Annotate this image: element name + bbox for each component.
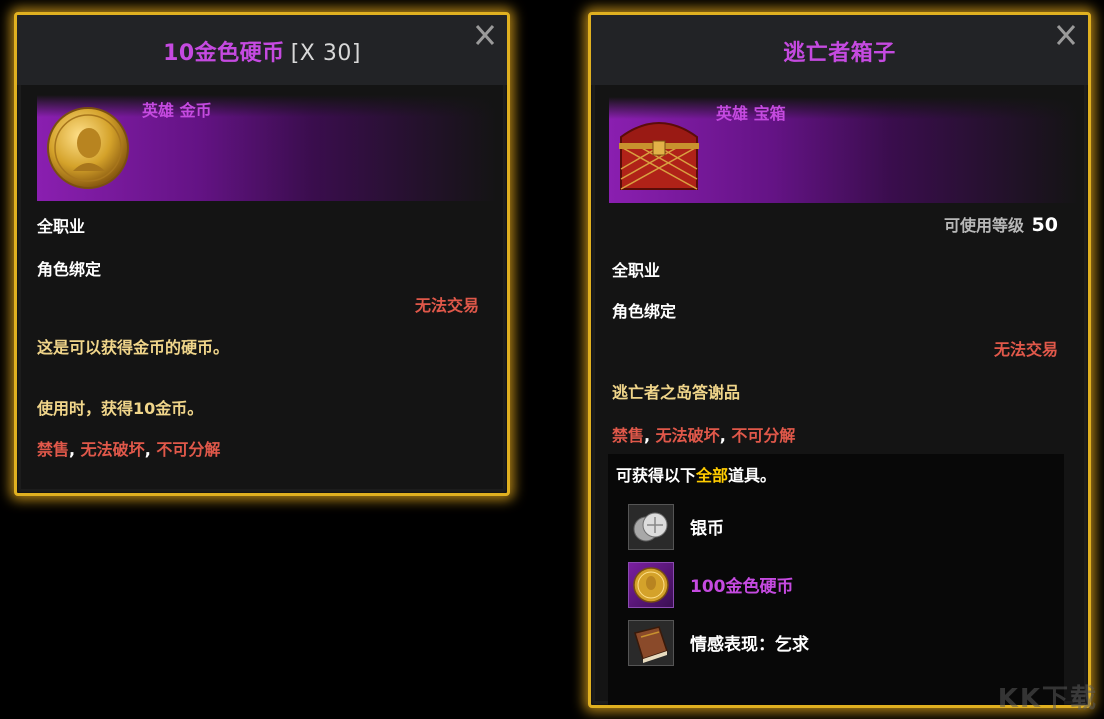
level-label: 可使用等级: [943, 216, 1024, 235]
tooltip-body: 英雄 金币 全职业 角色绑定 无法交易 这是可以获得金币的硬币。 使用时，获得1…: [21, 85, 503, 489]
restriction-no-sale: 禁售: [612, 426, 645, 445]
reward-label: 100金色硬币: [690, 577, 794, 597]
item-source: 逃亡者之岛答谢品: [612, 383, 741, 402]
item-effect: 使用时，获得10金币。: [37, 399, 204, 418]
tooltip-header: 10金色硬币 [X 30]: [17, 15, 507, 85]
silver-coin-icon: [628, 504, 674, 550]
treasure-chest-icon: [619, 122, 699, 190]
usable-level: 可使用等级 50: [944, 212, 1058, 236]
item-grade: 英雄 金币: [142, 101, 212, 120]
reward-label: 银币: [690, 519, 724, 539]
item-name: 10金色硬币: [163, 41, 285, 66]
watermark-logo: KK下载: [997, 684, 1098, 714]
tooltip-header: 逃亡者箱子: [591, 15, 1088, 85]
item-quantity: [X 30]: [290, 41, 361, 66]
binding-status: 角色绑定: [612, 302, 677, 321]
rewards-box: 可获得以下全部道具。 银币 100金色硬币 情感表现：乞求: [608, 454, 1064, 705]
reward-item[interactable]: 100金色硬币: [628, 562, 1068, 612]
rewards-intro: 可获得以下全部道具。: [616, 466, 777, 485]
rewards-highlight: 全部: [696, 466, 729, 485]
close-icon: [1056, 25, 1076, 45]
separator: ,: [719, 426, 726, 445]
item-banner: 英雄 宝箱: [609, 97, 1079, 203]
restriction-no-dismantle: 不可分解: [731, 426, 796, 445]
separator: ,: [144, 440, 151, 459]
close-button[interactable]: [1054, 23, 1078, 47]
separator: ,: [69, 440, 76, 459]
book-icon: [628, 620, 674, 666]
coin-item-tooltip: 10金色硬币 [X 30] 英雄 金币 全职业 角色绑定 无法交易 这是可以获得…: [14, 12, 510, 496]
item-restrictions: 禁售, 无法破坏, 不可分解: [37, 436, 220, 460]
reward-item[interactable]: 银币: [628, 504, 1068, 554]
item-grade: 英雄 宝箱: [716, 104, 786, 123]
close-icon: [475, 25, 495, 45]
trade-status: 无法交易: [414, 296, 479, 315]
class-restriction: 全职业: [37, 217, 86, 236]
gold-coin-icon: [628, 562, 674, 608]
item-restrictions: 禁售, 无法破坏, 不可分解: [612, 422, 795, 446]
restriction-no-sale: 禁售: [37, 440, 70, 459]
item-title: 10金色硬币 [X 30]: [17, 35, 507, 67]
restriction-indestructible: 无法破坏: [655, 426, 720, 445]
gold-coin-icon: [47, 107, 129, 189]
class-restriction: 全职业: [612, 261, 661, 280]
binding-status: 角色绑定: [37, 260, 102, 279]
reward-label: 情感表现：乞求: [690, 635, 809, 655]
restriction-indestructible: 无法破坏: [80, 440, 145, 459]
level-value: 50: [1031, 214, 1058, 236]
item-title: 逃亡者箱子: [783, 41, 896, 66]
item-description: 这是可以获得金币的硬币。: [37, 338, 230, 357]
restriction-no-dismantle: 不可分解: [156, 440, 221, 459]
trade-status: 无法交易: [993, 340, 1058, 359]
separator: ,: [644, 426, 651, 445]
reward-item[interactable]: 情感表现：乞求: [628, 620, 1068, 670]
item-banner: 英雄 金币: [37, 95, 497, 201]
close-button[interactable]: [473, 23, 497, 47]
chest-item-tooltip: 逃亡者箱子 英雄 宝箱 可使用等级 50 全职业 角色绑定 无法交易 逃亡者之岛…: [588, 12, 1091, 708]
